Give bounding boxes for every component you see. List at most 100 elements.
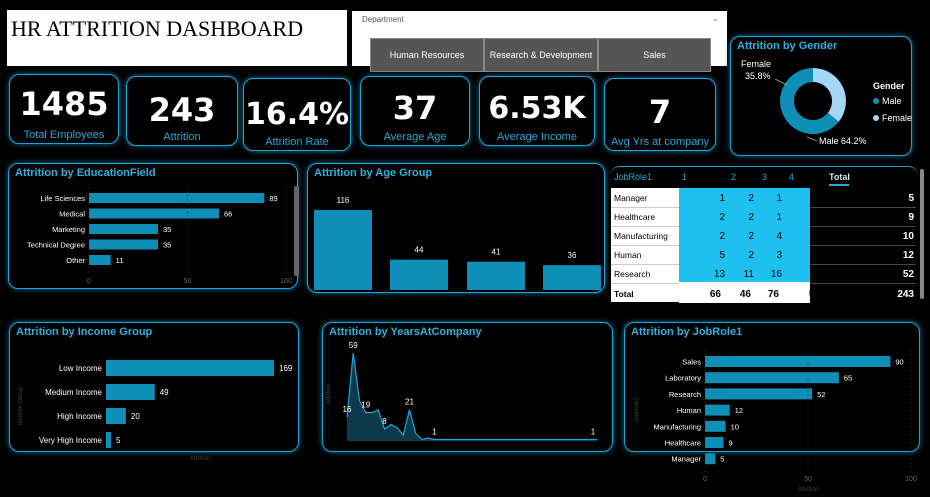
- kpi-value: 16.4%: [244, 97, 350, 132]
- bar-category-label: Human: [677, 406, 701, 415]
- point-label: 8: [382, 417, 387, 426]
- bar[interactable]: [106, 432, 111, 448]
- bar[interactable]: [705, 437, 724, 448]
- y-axis-label: Attrition: [326, 383, 333, 405]
- bar[interactable]: [89, 224, 158, 234]
- matrix-cell[interactable]: 1: [742, 193, 782, 204]
- bar[interactable]: [543, 265, 601, 290]
- x-axis-label: Attrition: [798, 487, 818, 493]
- kpi-avg-years: 7 Avg Yrs at company: [604, 78, 716, 151]
- bar[interactable]: [705, 453, 716, 465]
- title-box: HR ATTRITION DASHBOARD: [7, 10, 347, 66]
- bar-value-label: 35: [163, 225, 171, 234]
- bar-value-label: 89: [269, 194, 277, 203]
- female-pct: 35.8%: [745, 71, 771, 81]
- row-divider: [611, 226, 679, 227]
- education-chart-panel: Attrition by EducationField Life Science…: [8, 163, 299, 289]
- matrix-cell[interactable]: 2: [783, 250, 823, 261]
- years-chart-panel: Attrition by YearsAtCompany 16 59 19 8 21 1 1 …: [322, 322, 613, 452]
- scroll-handle[interactable]: [294, 186, 299, 276]
- chevron-down-icon[interactable]: ⌄: [711, 13, 719, 24]
- donut-slice-female[interactable]: [813, 68, 846, 122]
- bar[interactable]: [89, 255, 111, 265]
- axis-tick-label: 50: [804, 476, 812, 483]
- matrix-cell[interactable]: 2: [783, 231, 823, 242]
- bar-category-label: Research: [669, 390, 701, 399]
- bar-value-label: 52: [817, 390, 825, 399]
- bar[interactable]: [314, 210, 372, 290]
- slicer-option-sales[interactable]: Sales: [598, 38, 711, 72]
- matrix-cell[interactable]: 16: [742, 269, 782, 280]
- matrix-cell[interactable]: 4: [742, 231, 782, 242]
- department-slicer: Department ⌄ Human Resources Research & …: [352, 11, 727, 72]
- kpi-attrition: 243 Attrition: [126, 76, 238, 146]
- matrix-cell[interactable]: 1: [783, 193, 823, 204]
- bar-value-label: 10: [731, 422, 739, 431]
- bar[interactable]: [467, 261, 525, 290]
- age-bar-chart: 116 44 41 36: [314, 196, 601, 290]
- matrix-scrollbar[interactable]: [920, 169, 924, 299]
- row-divider: [810, 207, 916, 208]
- matrix-row-total: 9: [908, 212, 914, 223]
- age-chart-panel: Attrition by Age Group 116 44 41 36: [307, 163, 605, 293]
- kpi-average-age: 37 Average Age: [360, 76, 470, 146]
- bar[interactable]: [106, 384, 155, 400]
- matrix-row-label[interactable]: Healthcare: [614, 212, 655, 222]
- matrix-cell[interactable]: 1: [742, 212, 782, 223]
- income-bar-chart: Low Income 169 Medium Income 49 High Income 2…: [39, 360, 293, 448]
- axis-tick-label: 100: [280, 278, 292, 285]
- kpi-average-income: 6.53K Average Income: [479, 76, 595, 146]
- matrix-header[interactable]: 3: [762, 172, 767, 182]
- matrix-row-label[interactable]: Manufacturing: [614, 231, 668, 241]
- bar-category-label: Other: [66, 256, 85, 265]
- bar[interactable]: [106, 360, 274, 376]
- row-divider: [611, 283, 679, 284]
- bar[interactable]: [89, 193, 265, 203]
- matrix-row-label[interactable]: Research: [614, 269, 650, 279]
- kpi-label: Attrition: [163, 131, 201, 143]
- years-area-chart: 16 59 19 8 21 1 1: [343, 341, 597, 441]
- bar-category-label: Technical Degree: [27, 241, 85, 250]
- bar[interactable]: [705, 388, 813, 400]
- matrix-cell[interactable]: 4: [783, 212, 823, 223]
- matrix-row-label[interactable]: Human: [614, 250, 641, 260]
- matrix-header[interactable]: 1: [682, 172, 687, 182]
- kpi-value: 37: [392, 89, 438, 127]
- matrix-header[interactable]: 2: [731, 172, 736, 182]
- bar[interactable]: [705, 404, 730, 416]
- y-axis-label: JobRole1: [634, 397, 641, 423]
- bar[interactable]: [705, 356, 891, 367]
- matrix-cell[interactable]: 3: [742, 250, 782, 261]
- kpi-value: 7: [648, 93, 672, 131]
- matrix-header[interactable]: 4: [789, 172, 794, 182]
- bar[interactable]: [705, 372, 839, 384]
- bar-category-label: Medium Income: [45, 388, 102, 397]
- kpi-value: 243: [148, 91, 216, 129]
- matrix-header[interactable]: JobRole1: [614, 172, 652, 182]
- gender-chart-panel: Attrition by Gender Female 35.8% Male 64…: [730, 36, 912, 156]
- point-label: 1: [591, 428, 596, 437]
- kpi-label: Average Age: [383, 131, 447, 143]
- slicer-option-human-resources[interactable]: Human Resources: [370, 38, 484, 72]
- matrix-row-label[interactable]: Manager: [614, 193, 648, 203]
- point-label: 16: [343, 405, 352, 414]
- bar-value-label: 65: [844, 374, 852, 383]
- bar[interactable]: [705, 420, 726, 432]
- bar[interactable]: [106, 408, 126, 424]
- point-label: 59: [349, 341, 358, 350]
- x-axis-label: Attrition: [190, 456, 211, 462]
- matrix-total-cell: 76: [767, 289, 779, 300]
- bar[interactable]: [89, 208, 220, 219]
- bar-category-label: Low Income: [59, 364, 103, 373]
- kpi-attrition-rate: 16.4% Attrition Rate: [243, 78, 351, 151]
- slicer-option-research-development[interactable]: Research & Development: [484, 38, 598, 72]
- matrix-cell[interactable]: 12: [783, 269, 823, 280]
- bar-value-label: 116: [337, 196, 350, 205]
- axis-tick-label: 50: [184, 278, 192, 285]
- area-line[interactable]: [346, 352, 597, 441]
- matrix-header[interactable]: Total: [829, 172, 850, 182]
- bar[interactable]: [390, 259, 448, 290]
- point-label: 21: [405, 398, 414, 407]
- bar[interactable]: [89, 239, 158, 250]
- education-bar-chart: Life Sciences 89 Medical 66 Marketing 35 Techn…: [27, 187, 292, 285]
